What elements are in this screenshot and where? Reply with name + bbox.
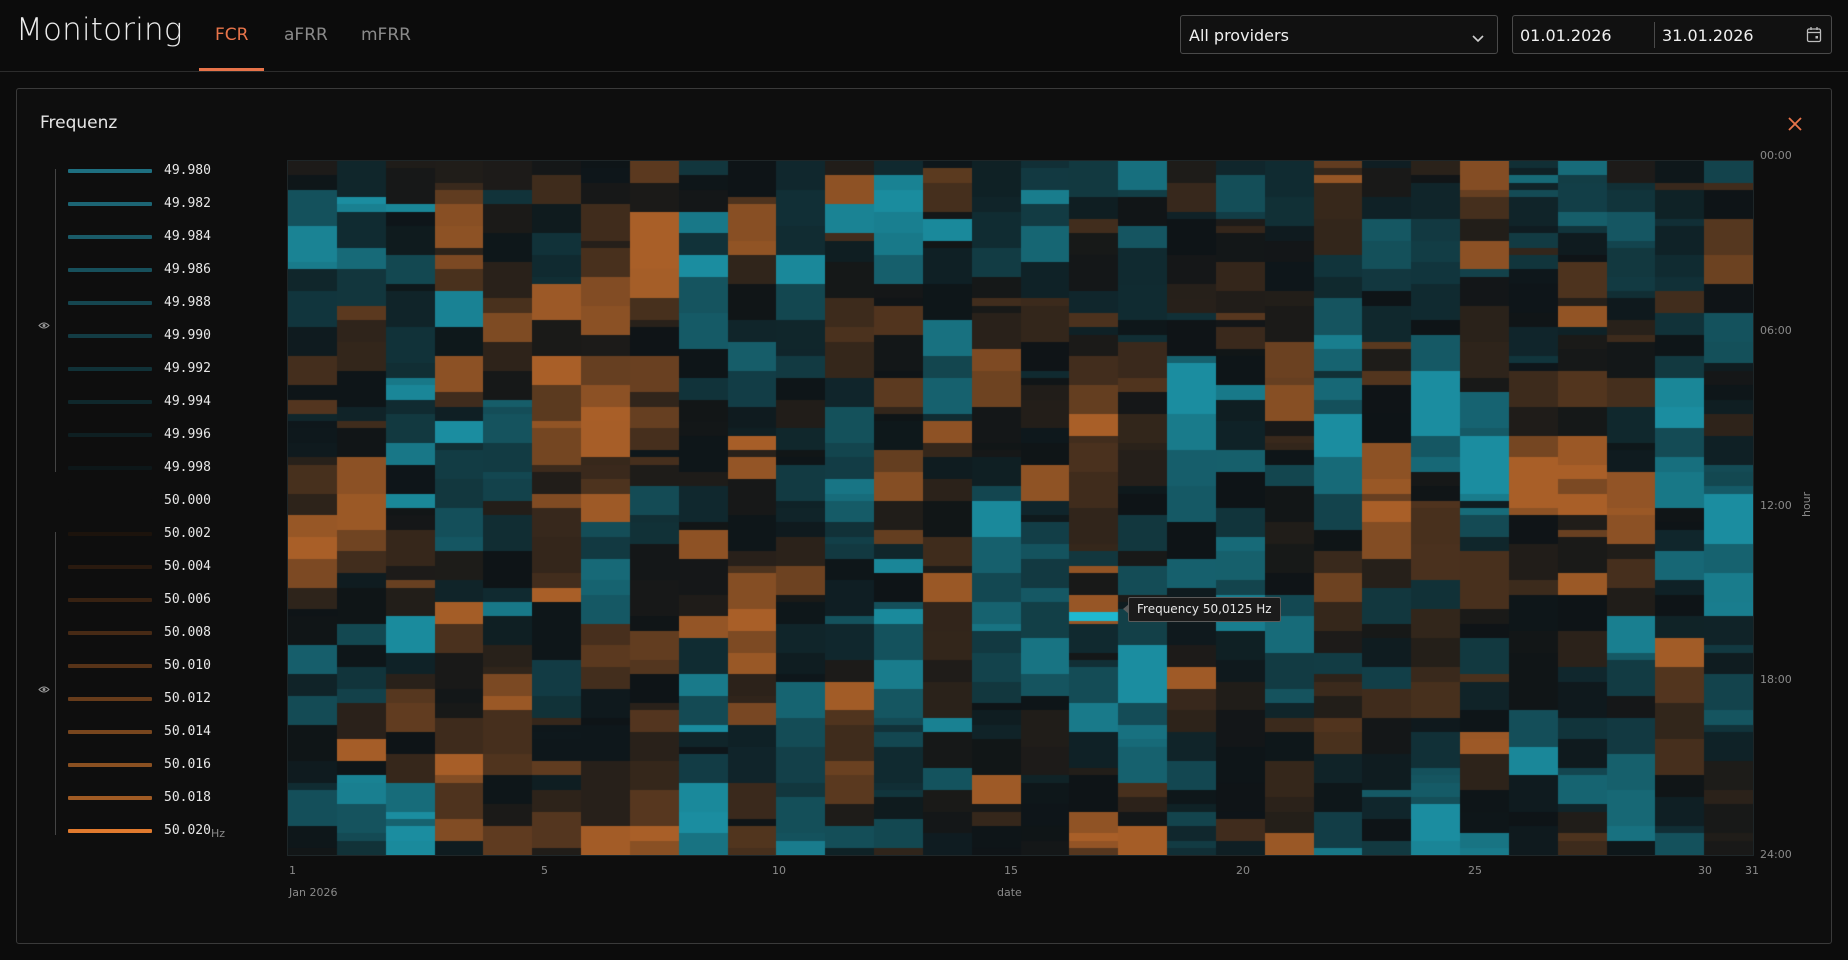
legend-label: 50.020: [164, 823, 211, 838]
provider-select-value: All providers: [1189, 26, 1289, 45]
legend-label: 50.012: [164, 691, 211, 706]
legend-label: 49.988: [164, 295, 211, 310]
provider-select[interactable]: All providers: [1180, 15, 1498, 54]
legend-label: 49.994: [164, 394, 211, 409]
panel-title: Frequenz: [40, 113, 118, 133]
legend-swatch: [68, 763, 152, 767]
legend-label: 49.996: [164, 427, 211, 442]
legend-label: 50.016: [164, 757, 211, 772]
legend-label: 50.000: [164, 493, 211, 508]
x-tick-label: 30: [1698, 864, 1712, 877]
legend-label: 49.984: [164, 229, 211, 244]
legend-swatch: [68, 169, 152, 173]
legend-swatch: [68, 730, 152, 734]
close-icon[interactable]: [1788, 116, 1802, 135]
legend-swatch: [68, 301, 152, 305]
legend-swatch: [68, 466, 152, 470]
legend-label: 50.008: [164, 625, 211, 640]
legend-swatch: [68, 268, 152, 272]
legend-label: 49.990: [164, 328, 211, 343]
legend-label: 50.010: [164, 658, 211, 673]
legend-unit: Hz: [211, 827, 226, 840]
legend-group-line-low: [55, 169, 56, 472]
x-tick-label: 20: [1236, 864, 1250, 877]
legend-swatch: [68, 499, 152, 503]
x-tick-label: 1: [289, 864, 296, 877]
x-axis-label: date: [997, 886, 1022, 899]
top-bar: Monitoring FCR aFRR mFRR All providers 0…: [0, 0, 1848, 72]
legend-swatch: [68, 697, 152, 701]
legend-swatch: [68, 829, 152, 833]
frequency-heatmap[interactable]: [287, 160, 1754, 856]
tab-fcr[interactable]: FCR: [215, 25, 248, 45]
y-tick-label: 06:00: [1760, 324, 1792, 337]
legend-swatch: [68, 433, 152, 437]
date-start-field[interactable]: 01.01.2026: [1520, 26, 1612, 45]
legend-label: 49.986: [164, 262, 211, 277]
legend-label: 49.982: [164, 196, 211, 211]
heatmap-tooltip: Frequency 50,0125 Hz: [1123, 597, 1281, 622]
y-tick-label: 18:00: [1760, 673, 1792, 686]
legend-swatch: [68, 334, 152, 338]
x-tick-label: 15: [1004, 864, 1018, 877]
legend-swatch: [68, 631, 152, 635]
legend-swatch: [68, 532, 152, 536]
y-tick-label: 12:00: [1760, 499, 1792, 512]
x-unit-label: Jan 2026: [289, 886, 338, 899]
legend-label: 50.006: [164, 592, 211, 607]
legend-group-line-high: [55, 532, 56, 835]
legend-swatch: [68, 664, 152, 668]
eye-icon[interactable]: [38, 679, 50, 698]
x-tick-label: 10: [772, 864, 786, 877]
chevron-down-icon: [1471, 29, 1485, 48]
calendar-icon[interactable]: [1806, 26, 1822, 47]
tab-mfrr[interactable]: mFRR: [361, 25, 411, 45]
x-tick-label: 25: [1468, 864, 1482, 877]
legend-label: 49.980: [164, 163, 211, 178]
legend-swatch: [68, 565, 152, 569]
tooltip-label: Frequency: [1137, 602, 1199, 616]
eye-icon[interactable]: [38, 315, 50, 334]
date-range-picker[interactable]: 01.01.2026 31.01.2026: [1512, 15, 1832, 54]
y-axis-label: hour: [1800, 491, 1813, 517]
legend-label: 50.014: [164, 724, 211, 739]
legend-swatch: [68, 235, 152, 239]
date-end-field[interactable]: 31.01.2026: [1662, 26, 1754, 45]
legend-swatch: [68, 367, 152, 371]
legend-label: 49.992: [164, 361, 211, 376]
tab-afrr[interactable]: aFRR: [284, 25, 328, 45]
y-tick-label: 24:00: [1760, 848, 1792, 861]
legend-swatch: [68, 400, 152, 404]
tooltip-value: 50,0125 Hz: [1202, 602, 1272, 616]
date-range-divider: [1654, 22, 1655, 48]
legend-label: 50.018: [164, 790, 211, 805]
active-tab-indicator: [199, 68, 264, 71]
legend-label: 50.004: [164, 559, 211, 574]
x-tick-label: 5: [541, 864, 548, 877]
x-tick-label: 31: [1745, 864, 1759, 877]
legend-swatch: [68, 202, 152, 206]
legend-label: 49.998: [164, 460, 211, 475]
legend-swatch: [68, 796, 152, 800]
y-tick-label: 00:00: [1760, 149, 1792, 162]
app-title: Monitoring: [16, 12, 183, 48]
legend-swatch: [68, 598, 152, 602]
legend-label: 50.002: [164, 526, 211, 541]
